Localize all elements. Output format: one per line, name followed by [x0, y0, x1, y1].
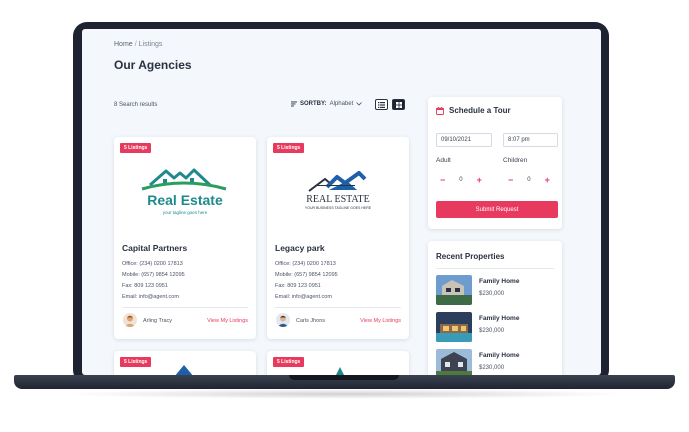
logo-tagline: your tagline goes here	[163, 210, 208, 215]
recent-property-item[interactable]: Family Home $230,000	[436, 275, 558, 305]
real-estate-logo: Real Estate your tagline goes here	[141, 168, 227, 215]
office-phone: Office: (234) 0200 17813	[275, 261, 336, 267]
mobile-phone: Mobile: (657) 9854 12095	[275, 272, 338, 278]
tour-title: Schedule a Tour	[436, 106, 511, 115]
avatar	[276, 313, 290, 327]
agent-name: Carls Jhons	[296, 318, 326, 324]
listings-badge: 5 Listings	[120, 357, 152, 367]
sortby-value: Alphabet	[329, 101, 354, 107]
view-listings-link[interactable]: View My Listings	[360, 318, 401, 324]
divider	[436, 268, 554, 269]
laptop-shadow	[60, 389, 629, 399]
email-address: Email: info@agent.com	[275, 294, 332, 300]
recent-properties-panel: Recent Properties Family Home $230,000 F…	[428, 241, 562, 375]
fax-number: Fax: 809 123 0951	[275, 283, 321, 289]
agency-card[interactable]: 5 Listings Real Estate your tagline goes…	[114, 137, 256, 339]
breadcrumb-home[interactable]: Home	[114, 41, 133, 48]
chevron-down-icon	[356, 102, 363, 106]
divider	[122, 307, 248, 308]
sortby-label: SORTBY:	[300, 101, 327, 107]
time-input[interactable]: 8:07 pm	[503, 133, 558, 147]
grid-view-button[interactable]	[392, 99, 405, 110]
recent-property-item[interactable]: Family Home $230,000	[436, 349, 558, 375]
agency-card[interactable]: 5 Listings REAL ESTATE YOUR BUSINESS TAG…	[267, 137, 409, 339]
property-thumbnail	[436, 275, 472, 305]
property-thumbnail	[436, 312, 472, 342]
property-price: $230,000	[479, 291, 505, 297]
schedule-tour-panel: Schedule a Tour 09/10/2021 8:07 pm Adult…	[428, 97, 562, 229]
property-name[interactable]: Family Home	[479, 278, 519, 285]
listings-badge: 5 Listings	[273, 143, 305, 153]
list-view-icon	[378, 101, 385, 108]
listings-badge: 5 Listings	[273, 357, 305, 367]
children-decrement-button[interactable]: −	[508, 175, 513, 185]
logo-title: REAL ESTATE	[306, 194, 370, 205]
agency-card[interactable]: 5 Listings	[114, 351, 256, 375]
agency-card[interactable]: 5 Listings	[267, 351, 409, 375]
breadcrumb-current: Listings	[138, 41, 163, 48]
recent-properties-title: Recent Properties	[436, 252, 505, 261]
list-view-button[interactable]	[375, 99, 388, 110]
results-count: 8 Search results	[114, 102, 158, 108]
children-value: 0	[527, 177, 531, 183]
avatar	[123, 313, 137, 327]
agency-name[interactable]: Legacy park	[275, 243, 325, 253]
agent-name: Arling Tracy	[143, 318, 173, 324]
mobile-phone: Mobile: (657) 9854 12095	[122, 272, 185, 278]
logo-title: Real Estate	[147, 192, 223, 208]
property-price: $230,000	[479, 328, 505, 334]
calendar-icon	[436, 106, 444, 115]
logo-tagline: YOUR BUSINESS TAGLINE GOES HERE	[305, 206, 372, 210]
sortby-control[interactable]: SORTBY: Alphabet	[291, 101, 363, 107]
adult-decrement-button[interactable]: −	[440, 175, 445, 185]
children-stepper: − 0 +	[508, 175, 550, 185]
view-listings-link[interactable]: View My Listings	[207, 318, 248, 324]
property-name[interactable]: Family Home	[479, 352, 519, 359]
children-increment-button[interactable]: +	[545, 175, 550, 185]
adult-value: 0	[459, 177, 463, 183]
agency-name[interactable]: Capital Partners	[122, 243, 187, 253]
sort-icon	[291, 101, 297, 107]
divider	[275, 307, 401, 308]
logo-fragment	[175, 365, 193, 375]
property-name[interactable]: Family Home	[479, 315, 519, 322]
adult-increment-button[interactable]: +	[477, 175, 482, 185]
listings-badge: 5 Listings	[120, 143, 152, 153]
page-title: Our Agencies	[114, 58, 192, 72]
grid-view-icon	[395, 101, 402, 108]
property-thumbnail	[436, 349, 472, 375]
email-address: Email: info@agent.com	[122, 294, 179, 300]
fax-number: Fax: 809 123 0951	[122, 283, 168, 289]
children-label: Children	[503, 157, 528, 164]
adult-label: Adult	[436, 157, 451, 164]
recent-property-item[interactable]: Family Home $230,000	[436, 312, 558, 342]
adult-stepper: − 0 +	[440, 175, 482, 185]
breadcrumb: Home / Listings	[114, 41, 162, 48]
date-input[interactable]: 09/10/2021	[436, 133, 492, 147]
logo-fragment	[336, 367, 344, 375]
submit-request-button[interactable]: Submit Request	[436, 201, 558, 218]
laptop-notch	[289, 375, 399, 380]
office-phone: Office: (234) 0200 17813	[122, 261, 183, 267]
tour-title-text: Schedule a Tour	[449, 106, 511, 115]
screen: Home / Listings Our Agencies 8 Search resu…	[82, 29, 601, 375]
property-price: $230,000	[479, 365, 505, 371]
breadcrumb-separator: /	[134, 41, 137, 48]
real-estate-logo: REAL ESTATE YOUR BUSINESS TAGLINE GOES H…	[305, 171, 372, 210]
